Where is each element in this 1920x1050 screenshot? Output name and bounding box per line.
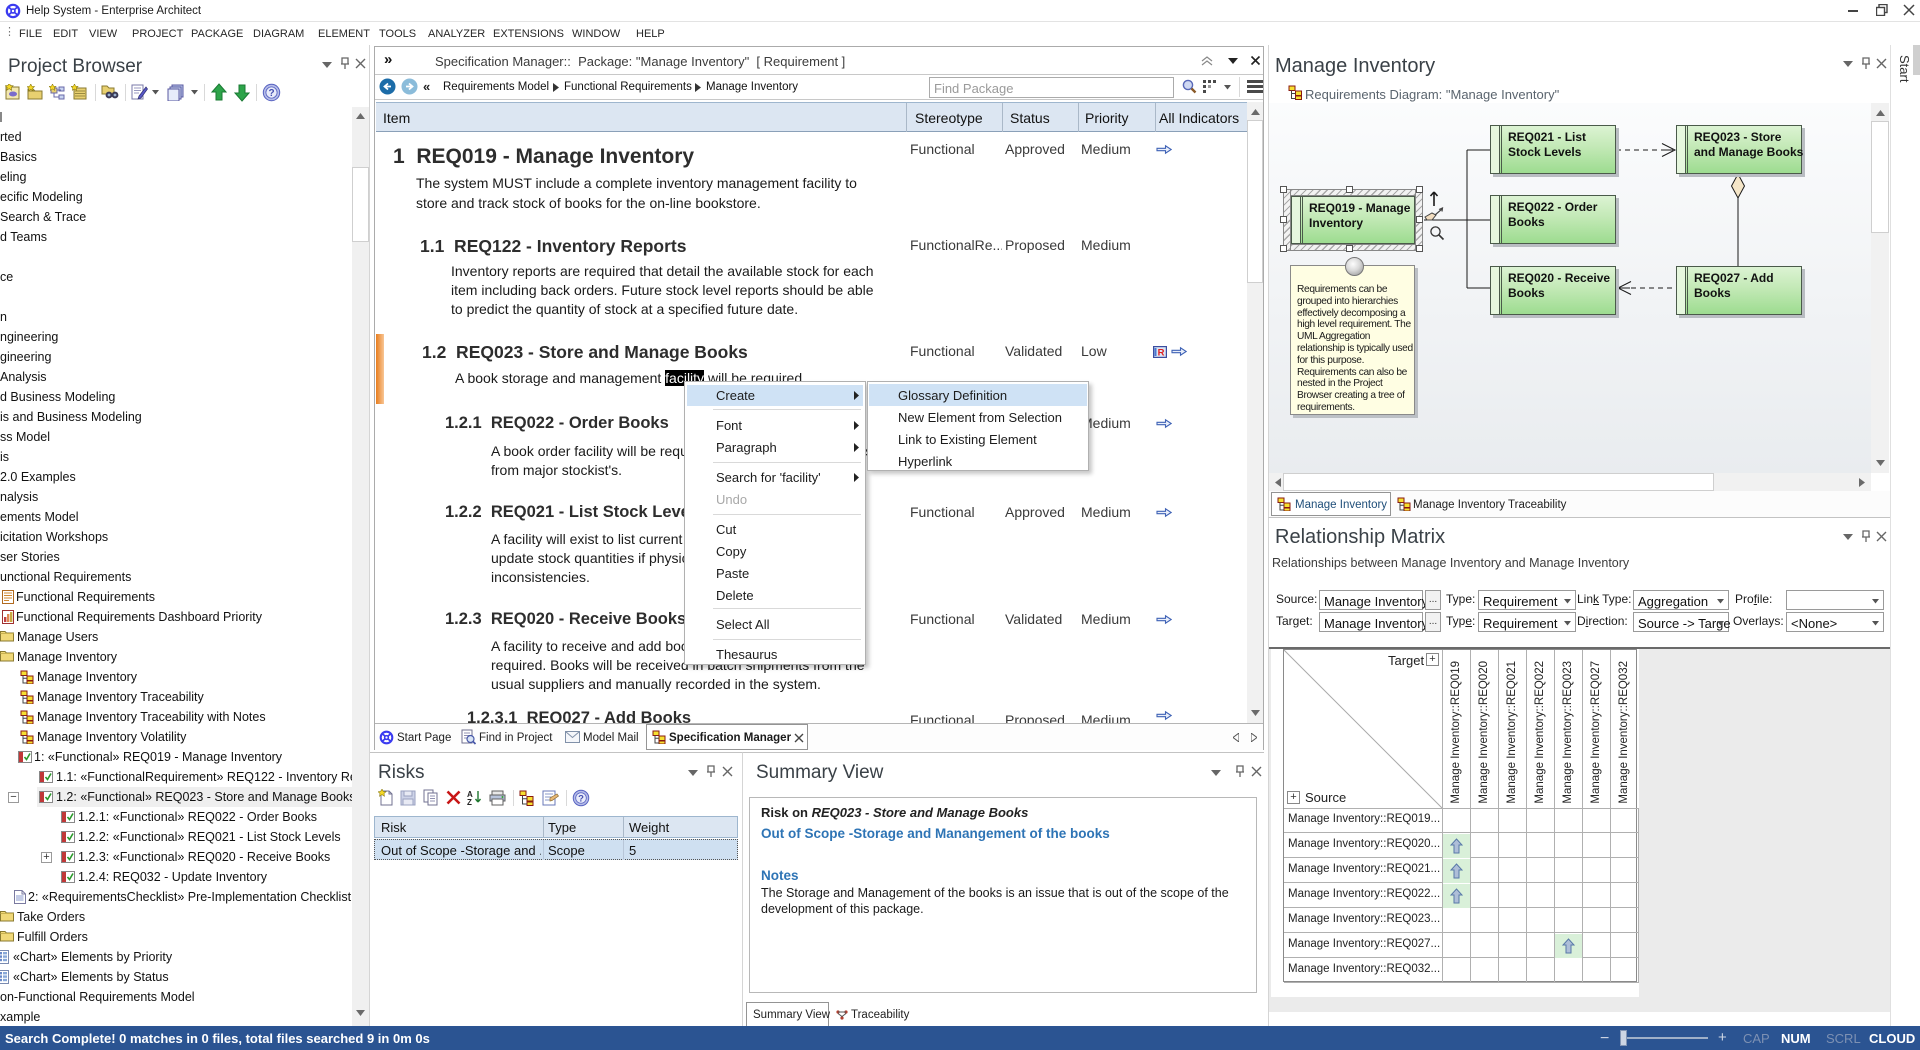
svg-text:?: ? [268, 88, 274, 99]
svg-text:?: ? [578, 793, 584, 804]
svg-text:R: R [1158, 348, 1165, 359]
svg-text:Z: Z [467, 798, 472, 806]
